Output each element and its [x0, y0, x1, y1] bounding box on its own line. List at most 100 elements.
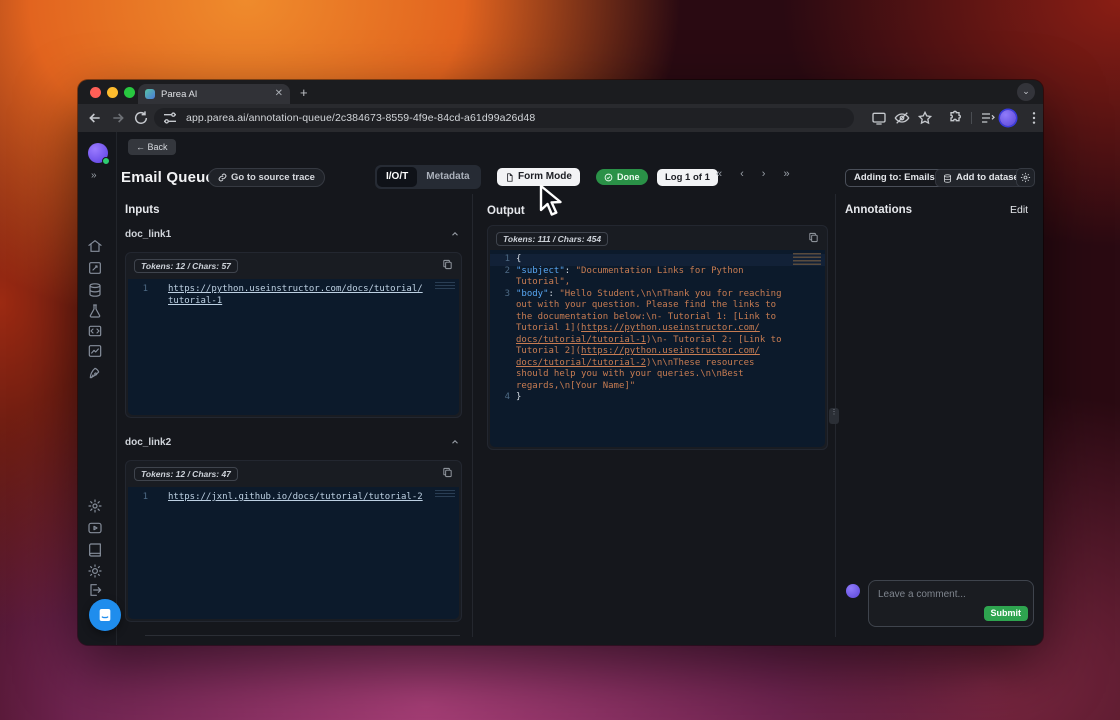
- gear-icon: [1020, 172, 1031, 183]
- submit-comment-button[interactable]: Submit: [984, 606, 1029, 621]
- link-icon: [218, 173, 227, 182]
- output-header: Output: [487, 205, 525, 217]
- doc-link1-editor[interactable]: 1 https:/​/​python.​useinstructor.​com/​…: [128, 279, 459, 415]
- extensions-icon[interactable]: [947, 110, 963, 126]
- json-punc: :: [565, 266, 576, 276]
- line-number-2: 1: [128, 492, 154, 504]
- collapse-chevron-up-icon-2[interactable]: [450, 437, 460, 447]
- doc-link2-editor[interactable]: 1 https:/​/​jxnl.​github.​io/​docs/​tuto…: [128, 487, 459, 619]
- output-tokens-badge: Tokens: 111 / Chars: 454: [496, 232, 608, 246]
- comment-input[interactable]: [869, 581, 1033, 607]
- home-icon[interactable]: [87, 238, 103, 254]
- side-panel-icon[interactable]: [980, 110, 996, 126]
- online-status-dot: [102, 157, 110, 165]
- site-settings-icon[interactable]: [162, 110, 178, 126]
- rocket-icon[interactable]: [87, 365, 103, 381]
- annotations-header: Annotations: [845, 204, 912, 216]
- line-number: 1: [128, 284, 154, 307]
- minimize-window-button[interactable]: [107, 87, 118, 98]
- page-title: Email Queue: [121, 169, 214, 186]
- logout-icon[interactable]: [87, 582, 103, 598]
- tab-close-icon[interactable]: ✕: [275, 89, 283, 99]
- go-to-source-trace-button[interactable]: Go to source trace: [208, 168, 325, 187]
- output-code-line: 1{: [490, 254, 825, 266]
- field-label-doc-link2: doc_link2: [125, 437, 171, 448]
- flask-icon[interactable]: [87, 303, 103, 319]
- toolbar-divider: [971, 112, 972, 124]
- close-window-button[interactable]: [90, 87, 101, 98]
- chart-icon[interactable]: [87, 343, 103, 359]
- output-json-editor[interactable]: 1{2"subject": "Documentation Links for P…: [490, 250, 825, 447]
- sidebar-divider: [116, 132, 117, 645]
- output-code-line: 4}: [490, 392, 825, 404]
- user-avatar[interactable]: [88, 143, 108, 163]
- doc-link1-value[interactable]: https:/​/​python.​useinstructor.​com/​do…: [168, 284, 423, 306]
- log-counter-button[interactable]: Log 1 of 1: [657, 169, 718, 186]
- bookmark-star-icon[interactable]: [917, 110, 933, 126]
- editor-minimap: [435, 282, 455, 290]
- copy-icon-2[interactable]: [442, 467, 453, 478]
- column-divider: [472, 194, 473, 637]
- output-minimap: [793, 253, 821, 267]
- prev-log-button[interactable]: ‹: [740, 168, 744, 180]
- inputs-bottom-divider: [145, 635, 460, 636]
- check-circle-icon: [604, 173, 613, 182]
- line-number: 3: [490, 289, 516, 393]
- mouse-cursor: [538, 184, 568, 218]
- first-log-button[interactable]: «: [716, 168, 722, 180]
- tab-search-chevron-icon[interactable]: ⌄: [1017, 83, 1035, 101]
- tab-iot[interactable]: I/O/T: [377, 167, 417, 187]
- source-trace-label: Go to source trace: [231, 169, 315, 186]
- comment-box: Submit: [868, 580, 1034, 627]
- queue-settings-button[interactable]: [1016, 168, 1035, 187]
- browser-window: Parea AI ✕ + ⌄ app.parea.ai/annotation-q…: [78, 80, 1043, 645]
- theme-sun-icon[interactable]: [87, 563, 103, 579]
- back-arrow-icon[interactable]: [87, 110, 103, 126]
- edit-square-icon[interactable]: [87, 260, 103, 276]
- tab-title: Parea AI: [161, 89, 269, 100]
- doc-link2-card: Tokens: 12 / Chars: 47 1 https:/​/​jxnl.…: [125, 460, 462, 622]
- form-mode-button[interactable]: Form Mode: [497, 168, 580, 186]
- video-icon[interactable]: [87, 520, 103, 536]
- intercom-chat-button[interactable]: [89, 599, 121, 631]
- doc-link1-card: Tokens: 12 / Chars: 57 1 https:/​/​pytho…: [125, 252, 462, 418]
- browser-tab[interactable]: Parea AI ✕: [138, 84, 290, 104]
- copy-icon[interactable]: [442, 259, 453, 270]
- browser-urlbar: app.parea.ai/annotation-queue/2c384673-8…: [78, 104, 1043, 132]
- panel-resize-handle[interactable]: ⋮: [829, 408, 839, 424]
- expand-sidebar-icon[interactable]: »: [91, 170, 97, 181]
- line-number: 4: [490, 392, 516, 404]
- browser-tabstrip: Parea AI ✕ + ⌄: [78, 80, 1043, 104]
- columns-icon[interactable]: [87, 323, 103, 339]
- browser-profile-avatar[interactable]: [1000, 110, 1016, 126]
- chat-bubble-icon: [97, 607, 113, 623]
- settings-icon[interactable]: [87, 498, 103, 514]
- new-tab-button[interactable]: +: [300, 85, 308, 100]
- database-icon[interactable]: [87, 282, 103, 298]
- collapse-chevron-up-icon[interactable]: [450, 229, 460, 239]
- annotations-edit-button[interactable]: Edit: [1010, 204, 1028, 216]
- url-text[interactable]: app.parea.ai/annotation-queue/2c384673-8…: [186, 112, 535, 124]
- zoom-window-button[interactable]: [124, 87, 135, 98]
- browser-menu-dots-icon[interactable]: [1026, 110, 1042, 126]
- tab-favicon-icon: [145, 89, 155, 99]
- next-log-button[interactable]: ›: [762, 168, 766, 180]
- eye-off-icon[interactable]: [894, 110, 910, 126]
- document-icon: [505, 173, 514, 182]
- forward-arrow-icon[interactable]: [110, 110, 126, 126]
- desktop-wallpaper: Parea AI ✕ + ⌄ app.parea.ai/annotation-q…: [0, 0, 1120, 720]
- editor-minimap-2: [435, 490, 455, 498]
- reload-icon[interactable]: [133, 110, 149, 126]
- back-button[interactable]: ← Back: [128, 139, 176, 155]
- tab-metadata[interactable]: Metadata: [417, 167, 478, 187]
- last-log-button[interactable]: »: [783, 168, 789, 180]
- output-card: Tokens: 111 / Chars: 454 1{2"subject": "…: [487, 225, 828, 450]
- doc-link2-tokens-badge: Tokens: 12 / Chars: 47: [134, 467, 238, 481]
- cast-save-icon[interactable]: [871, 110, 887, 126]
- copy-icon-3[interactable]: [808, 232, 819, 243]
- doc-link2-value[interactable]: https:/​/​jxnl.​github.​io/​docs/​tutori…: [168, 492, 423, 502]
- book-icon[interactable]: [87, 542, 103, 558]
- done-button[interactable]: Done: [596, 169, 648, 185]
- done-label: Done: [617, 169, 640, 185]
- adding-to-emails-button[interactable]: Adding to: Emails: [845, 169, 944, 187]
